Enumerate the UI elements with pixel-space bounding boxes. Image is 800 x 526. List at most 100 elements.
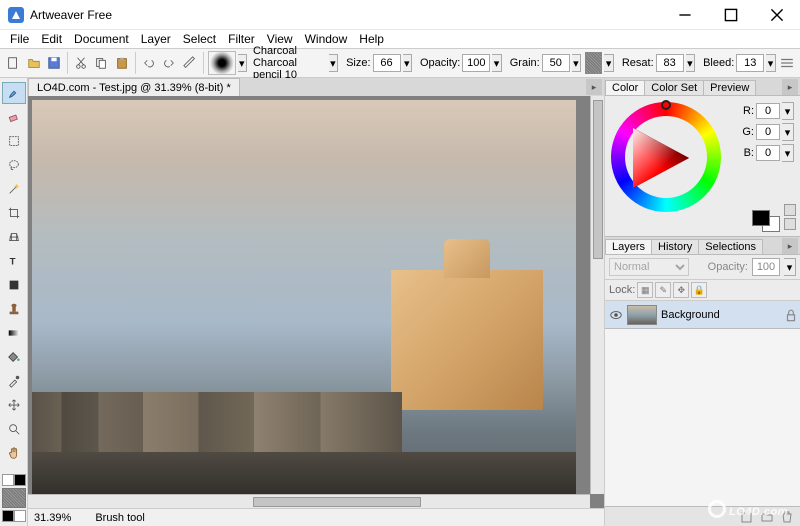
r-input[interactable]: [756, 103, 780, 119]
canvas-image[interactable]: [32, 100, 576, 504]
g-input[interactable]: [756, 124, 780, 140]
hue-cursor-icon[interactable]: [661, 100, 671, 110]
layer-item[interactable]: Background: [605, 301, 800, 329]
color-panel-menu-button[interactable]: ▸: [782, 79, 798, 95]
menu-layer[interactable]: Layer: [135, 31, 177, 47]
tab-layers[interactable]: Layers: [605, 239, 652, 254]
menu-edit[interactable]: Edit: [35, 31, 68, 47]
text-tool[interactable]: T: [2, 250, 26, 272]
paste-button[interactable]: [113, 51, 131, 75]
swatch-white[interactable]: [2, 474, 14, 486]
toolbar-menu-button[interactable]: [778, 51, 796, 75]
vertical-scrollbar[interactable]: [590, 96, 604, 494]
horizontal-scrollbar[interactable]: [28, 494, 590, 508]
menu-select[interactable]: Select: [177, 31, 222, 47]
window-close-button[interactable]: [754, 0, 800, 30]
menu-document[interactable]: Document: [68, 31, 135, 47]
redo-button[interactable]: [160, 51, 178, 75]
menu-help[interactable]: Help: [353, 31, 390, 47]
delete-layer-button[interactable]: [778, 509, 796, 525]
blend-mode-select[interactable]: Normal: [609, 258, 689, 276]
fill-tool[interactable]: [2, 346, 26, 368]
size-dropdown[interactable]: ▾: [403, 54, 412, 72]
lock-pixels-button[interactable]: ✎: [655, 282, 671, 298]
paper-texture-swatch[interactable]: [2, 488, 26, 508]
grain-input[interactable]: [542, 54, 570, 72]
lock-position-button[interactable]: ✥: [673, 282, 689, 298]
copy-button[interactable]: [92, 51, 110, 75]
brush-settings-button[interactable]: [180, 51, 198, 75]
bleed-dropdown[interactable]: ▾: [766, 54, 775, 72]
foreground-color-swatch[interactable]: [752, 210, 770, 226]
new-group-button[interactable]: [758, 509, 776, 525]
resat-input[interactable]: [656, 54, 684, 72]
zoom-tool[interactable]: [2, 418, 26, 440]
gradient-tool[interactable]: [2, 322, 26, 344]
opacity-input[interactable]: [462, 54, 490, 72]
save-file-button[interactable]: [45, 51, 63, 75]
layers-panel-menu-button[interactable]: ▸: [782, 238, 798, 254]
canvas-tab-bar: LO4D.com - Test.jpg @ 31.39% (8-bit) * ▸: [28, 78, 604, 96]
tab-selections[interactable]: Selections: [698, 239, 763, 254]
bleed-input[interactable]: [736, 54, 764, 72]
menu-file[interactable]: File: [4, 31, 35, 47]
layer-opacity-input[interactable]: [752, 258, 780, 276]
opacity-dropdown[interactable]: ▾: [492, 54, 501, 72]
r-dropdown[interactable]: ▾: [782, 102, 794, 120]
perspective-tool[interactable]: [2, 226, 26, 248]
horizontal-scroll-thumb[interactable]: [253, 497, 422, 507]
stamp-tool[interactable]: [2, 298, 26, 320]
window-maximize-button[interactable]: [708, 0, 754, 30]
status-zoom: 31.39%: [34, 512, 71, 524]
undo-button[interactable]: [140, 51, 158, 75]
layer-opacity-dropdown[interactable]: ▾: [784, 258, 796, 276]
tab-color-set[interactable]: Color Set: [644, 80, 704, 95]
color-swatch-pair[interactable]: [752, 210, 780, 232]
lock-all-button[interactable]: 🔒: [691, 282, 707, 298]
tab-history[interactable]: History: [651, 239, 699, 254]
eraser-tool[interactable]: [2, 106, 26, 128]
brush-category-dropdown[interactable]: ▾: [238, 54, 247, 72]
grain-dropdown[interactable]: ▾: [572, 54, 581, 72]
brush-variant-dropdown[interactable]: ▾: [329, 54, 338, 72]
hand-tool[interactable]: [2, 442, 26, 464]
new-layer-button[interactable]: [738, 509, 756, 525]
color-swatches: [2, 474, 26, 526]
document-tab-menu-button[interactable]: ▸: [586, 79, 602, 95]
canvas-viewport[interactable]: [28, 96, 604, 508]
grain-pattern-swatch[interactable]: [585, 52, 602, 74]
brush-category-label: Charcoal: [253, 45, 323, 57]
size-input[interactable]: [373, 54, 401, 72]
g-dropdown[interactable]: ▾: [782, 123, 794, 141]
tab-preview[interactable]: Preview: [703, 80, 756, 95]
fg-color-swatch[interactable]: [2, 510, 14, 522]
default-colors-icon[interactable]: [784, 218, 796, 230]
grain-pattern-dropdown[interactable]: ▾: [604, 54, 613, 72]
selection-rect-tool[interactable]: [2, 130, 26, 152]
open-file-button[interactable]: [24, 51, 42, 75]
new-file-button[interactable]: [4, 51, 22, 75]
layer-visibility-icon[interactable]: [609, 308, 623, 322]
lasso-tool[interactable]: [2, 154, 26, 176]
shape-tool[interactable]: [2, 274, 26, 296]
move-tool[interactable]: [2, 394, 26, 416]
color-wheel[interactable]: [611, 102, 721, 212]
cut-button[interactable]: [72, 51, 90, 75]
swap-colors-icon[interactable]: [784, 204, 796, 216]
document-tab[interactable]: LO4D.com - Test.jpg @ 31.39% (8-bit) *: [28, 78, 240, 96]
b-dropdown[interactable]: ▾: [782, 144, 794, 162]
window-minimize-button[interactable]: [662, 0, 708, 30]
crop-tool[interactable]: [2, 202, 26, 224]
brush-preview-swatch[interactable]: [208, 51, 236, 75]
b-input[interactable]: [756, 145, 780, 161]
brush-tool[interactable]: [2, 82, 26, 104]
magic-wand-tool[interactable]: [2, 178, 26, 200]
svg-text:T: T: [9, 257, 15, 268]
swatch-black[interactable]: [14, 474, 26, 486]
bg-color-swatch[interactable]: [14, 510, 26, 522]
tab-color[interactable]: Color: [605, 80, 645, 95]
lock-transparency-button[interactable]: ▦: [637, 282, 653, 298]
dropper-tool[interactable]: [2, 370, 26, 392]
resat-dropdown[interactable]: ▾: [686, 54, 695, 72]
vertical-scroll-thumb[interactable]: [593, 100, 603, 259]
